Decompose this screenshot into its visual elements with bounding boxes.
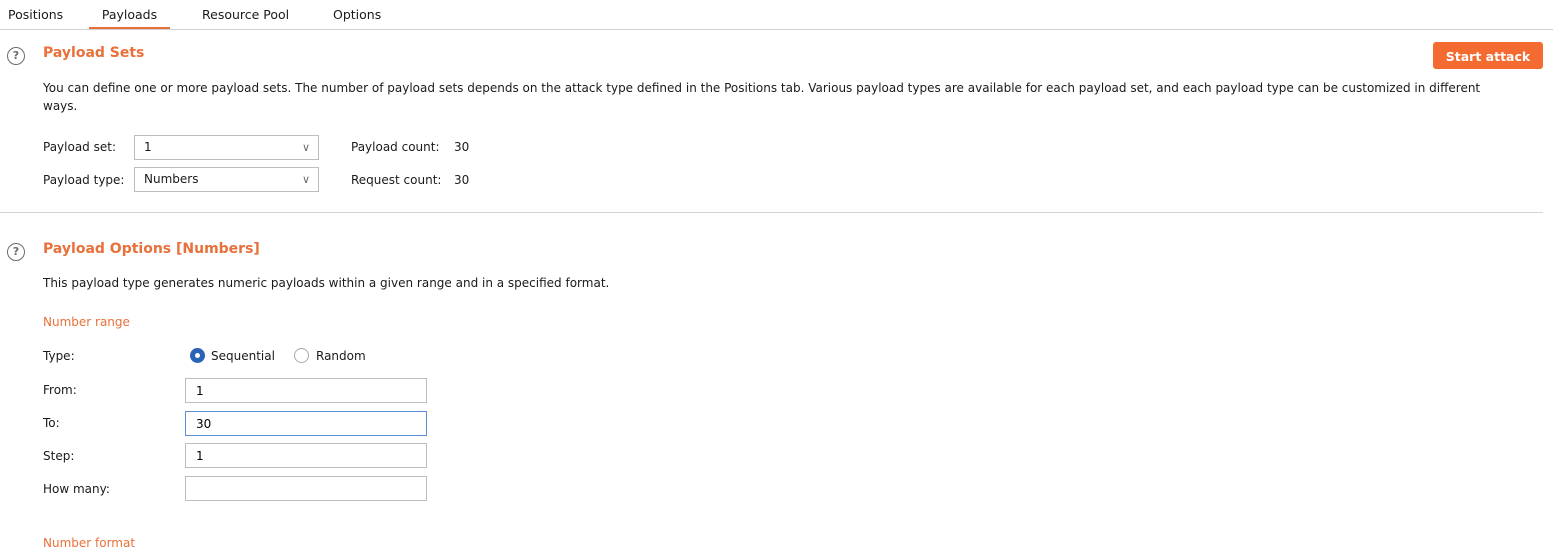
from-label: From: — [43, 383, 77, 397]
chevron-down-icon: ∨ — [301, 141, 310, 154]
payload-type-value: Numbers — [144, 172, 199, 186]
tab-resource-pool[interactable]: Resource Pool — [202, 0, 289, 29]
step-label: Step: — [43, 449, 75, 463]
tab-options[interactable]: Options — [333, 0, 381, 29]
sequential-label[interactable]: Sequential — [211, 349, 275, 363]
help-icon[interactable]: ? — [7, 243, 25, 261]
to-input[interactable] — [185, 411, 427, 436]
start-attack-button[interactable]: Start attack — [1433, 42, 1543, 69]
random-radio[interactable] — [294, 348, 309, 363]
how-many-input[interactable] — [185, 476, 427, 501]
payload-type-label: Payload type: — [43, 173, 125, 187]
random-label[interactable]: Random — [316, 349, 366, 363]
payload-sets-title: Payload Sets — [43, 45, 145, 61]
step-input[interactable] — [185, 443, 427, 468]
tab-bar: Positions Payloads Resource Pool Options — [0, 0, 1553, 30]
payload-options-title: Payload Options [Numbers] — [43, 241, 260, 257]
payload-options-description: This payload type generates numeric payl… — [43, 276, 610, 290]
chevron-down-icon: ∨ — [301, 173, 310, 186]
payload-set-value: 1 — [144, 140, 152, 154]
payload-set-select[interactable]: 1 ∨ — [134, 135, 319, 160]
how-many-label: How many: — [43, 482, 110, 496]
to-label: To: — [43, 416, 60, 430]
payload-type-select[interactable]: Numbers ∨ — [134, 167, 319, 192]
payload-count-label: Payload count: — [351, 140, 440, 154]
type-label: Type: — [43, 349, 75, 363]
number-range-title: Number range — [43, 315, 130, 329]
tab-positions[interactable]: Positions — [8, 0, 63, 29]
tab-payloads[interactable]: Payloads — [89, 0, 170, 29]
from-input[interactable] — [185, 378, 427, 403]
request-count-label: Request count: — [351, 173, 442, 187]
request-count-value: 30 — [454, 173, 470, 187]
help-icon[interactable]: ? — [7, 47, 25, 65]
payload-sets-description: You can define one or more payload sets.… — [43, 81, 1481, 113]
section-divider — [0, 212, 1543, 213]
payload-count-value: 30 — [454, 140, 470, 154]
payload-set-label: Payload set: — [43, 140, 116, 154]
sequential-radio[interactable] — [190, 348, 205, 363]
number-format-title: Number format — [43, 536, 136, 550]
